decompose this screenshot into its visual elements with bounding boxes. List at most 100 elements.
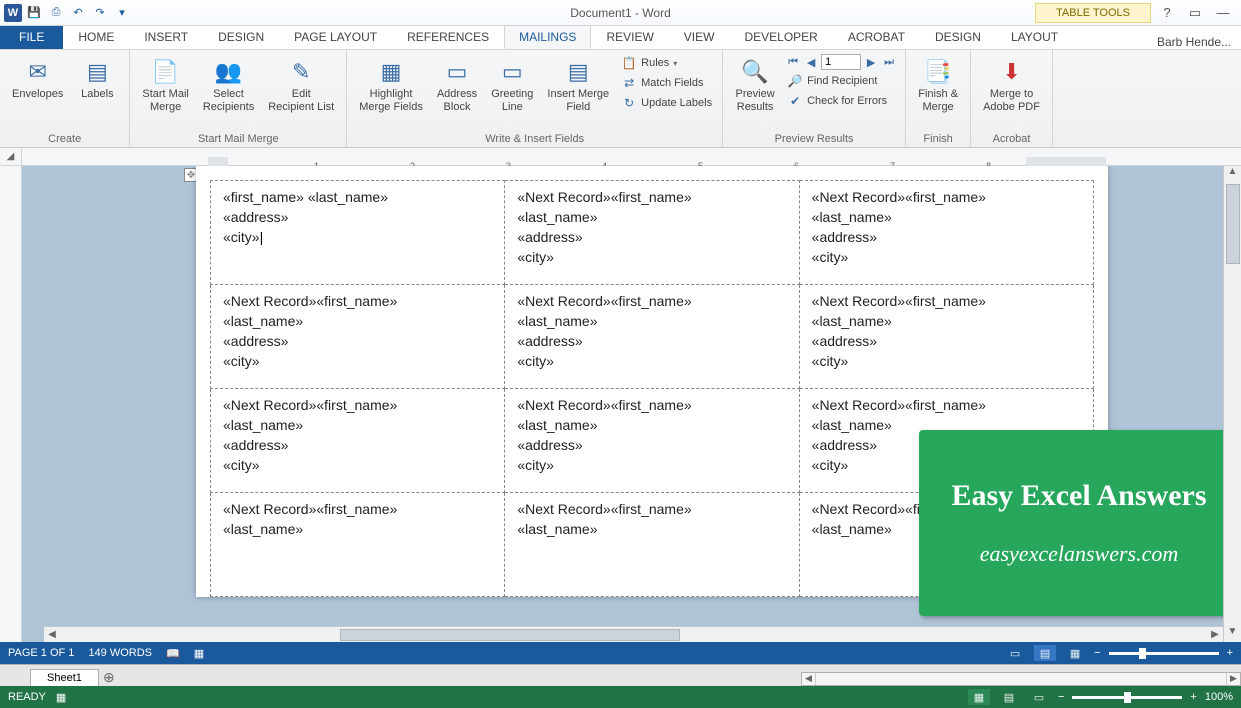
excel-zoom-slider[interactable] bbox=[1072, 696, 1182, 699]
hscroll-thumb[interactable] bbox=[340, 629, 680, 641]
excel-hscrollbar[interactable]: ◀ ▶ bbox=[801, 672, 1241, 686]
group-preview-results: 🔍 Preview Results ⏮ ◀ ▶ ⏭ 🔎Find Recipien… bbox=[723, 50, 906, 147]
tab-page-layout[interactable]: PAGE LAYOUT bbox=[279, 25, 392, 49]
label-cell[interactable]: «Next Record»«first_name» «last_name» «a… bbox=[799, 181, 1093, 285]
zoom-out-button[interactable]: − bbox=[1094, 647, 1100, 659]
redo-icon[interactable]: ↷ bbox=[90, 3, 110, 23]
tab-developer[interactable]: DEVELOPER bbox=[729, 25, 832, 49]
read-mode-icon[interactable]: ▭ bbox=[1004, 645, 1026, 661]
signed-in-user[interactable]: Barb Hende... bbox=[1157, 35, 1241, 49]
page-viewport[interactable]: ✥ «first_name» «last_name» «address» «ci… bbox=[22, 166, 1241, 642]
merge-field-line: «Next Record»«first_name» bbox=[812, 293, 1081, 309]
undo-icon[interactable]: ↶ bbox=[68, 3, 88, 23]
macro-icon[interactable]: ▦ bbox=[194, 647, 204, 660]
excel-scroll-right-icon[interactable]: ▶ bbox=[1226, 673, 1240, 685]
excel-zoom-level[interactable]: 100% bbox=[1205, 691, 1233, 703]
excel-status-bar: READY ▦ ▦ ▤ ▭ − + 100% bbox=[0, 686, 1241, 708]
watermark-title: Easy Excel Answers bbox=[952, 479, 1207, 513]
excel-page-break-icon[interactable]: ▭ bbox=[1028, 689, 1050, 705]
zoom-slider-knob[interactable] bbox=[1139, 648, 1146, 659]
print-icon[interactable]: ⎙ bbox=[46, 3, 66, 23]
last-record-icon[interactable]: ⏭ bbox=[881, 54, 897, 70]
tab-view[interactable]: VIEW bbox=[669, 25, 730, 49]
next-record-icon[interactable]: ▶ bbox=[863, 54, 879, 70]
scroll-right-icon[interactable]: ▶ bbox=[1207, 629, 1223, 640]
label-cell[interactable]: «Next Record»«first_name» «last_name» «a… bbox=[505, 285, 799, 389]
save-icon[interactable]: 💾 bbox=[24, 3, 44, 23]
match-fields-button[interactable]: ⇄Match Fields bbox=[619, 74, 714, 92]
highlight-merge-fields-button[interactable]: ▦ Highlight Merge Fields bbox=[355, 54, 427, 116]
labels-button[interactable]: ▤ Labels bbox=[73, 54, 121, 103]
word-count[interactable]: 149 WORDS bbox=[88, 647, 152, 659]
select-recipients-label: Select Recipients bbox=[203, 88, 254, 114]
address-block-button[interactable]: ▭ Address Block bbox=[433, 54, 481, 116]
envelopes-button[interactable]: ✉ Envelopes bbox=[8, 54, 67, 103]
label-cell[interactable]: «Next Record»«first_name» «last_name» bbox=[211, 493, 505, 597]
label-cell[interactable]: «Next Record»«first_name» «last_name» «a… bbox=[799, 285, 1093, 389]
finish-merge-button[interactable]: 📑 Finish & Merge bbox=[914, 54, 962, 116]
merge-field-line: «last_name» bbox=[517, 313, 786, 329]
find-recipient-button[interactable]: 🔎Find Recipient bbox=[785, 72, 897, 90]
scroll-up-icon[interactable]: ▲ bbox=[1228, 166, 1238, 182]
label-cell[interactable]: «Next Record»«first_name» «last_name» bbox=[505, 493, 799, 597]
new-sheet-icon[interactable]: ⊕ bbox=[99, 669, 119, 686]
tab-design[interactable]: DESIGN bbox=[203, 25, 279, 49]
vertical-scrollbar[interactable]: ▲ ▼ bbox=[1223, 166, 1241, 642]
vscroll-thumb[interactable] bbox=[1226, 184, 1240, 264]
tab-table-design[interactable]: DESIGN bbox=[920, 25, 996, 49]
page-indicator[interactable]: PAGE 1 OF 1 bbox=[8, 647, 74, 659]
qat-customize-icon[interactable]: ▾ bbox=[112, 3, 132, 23]
greeting-line-button[interactable]: ▭ Greeting Line bbox=[487, 54, 537, 116]
tab-home[interactable]: HOME bbox=[63, 25, 129, 49]
tab-table-layout[interactable]: LAYOUT bbox=[996, 25, 1073, 49]
help-icon[interactable]: ? bbox=[1155, 5, 1179, 20]
label-cell[interactable]: «Next Record»«first_name» «last_name» «a… bbox=[211, 389, 505, 493]
sheet-tab[interactable]: Sheet1 bbox=[30, 669, 99, 686]
zoom-slider[interactable] bbox=[1109, 652, 1219, 655]
record-number-input[interactable] bbox=[821, 54, 861, 70]
select-recipients-button[interactable]: 👥 Select Recipients bbox=[199, 54, 258, 116]
scroll-down-icon[interactable]: ▼ bbox=[1228, 626, 1238, 642]
merge-to-pdf-button[interactable]: ⬇ Merge to Adobe PDF bbox=[979, 54, 1044, 116]
excel-macro-icon[interactable]: ▦ bbox=[56, 691, 66, 704]
vertical-ruler[interactable] bbox=[0, 166, 22, 642]
preview-results-button[interactable]: 🔍 Preview Results bbox=[731, 54, 779, 116]
merge-field-line: «city» bbox=[517, 353, 786, 369]
excel-normal-view-icon[interactable]: ▦ bbox=[968, 689, 990, 705]
excel-page-layout-icon[interactable]: ▤ bbox=[998, 689, 1020, 705]
edit-recipient-list-label: Edit Recipient List bbox=[268, 88, 334, 114]
update-labels-button[interactable]: ↻Update Labels bbox=[619, 94, 714, 112]
check-errors-button[interactable]: ✔Check for Errors bbox=[785, 92, 897, 110]
label-cell[interactable]: «Next Record»«first_name» «last_name» «a… bbox=[211, 285, 505, 389]
first-record-icon[interactable]: ⏮ bbox=[785, 54, 801, 70]
spelling-icon[interactable]: 📖 bbox=[166, 647, 180, 660]
tab-insert[interactable]: INSERT bbox=[129, 25, 203, 49]
excel-zoom-in-button[interactable]: + bbox=[1190, 691, 1196, 703]
label-cell[interactable]: «Next Record»«first_name» «last_name» «a… bbox=[505, 181, 799, 285]
rules-button[interactable]: 📋Rules ▾ bbox=[619, 54, 714, 72]
excel-zoom-knob[interactable] bbox=[1124, 692, 1131, 703]
insert-merge-field-button[interactable]: ▤ Insert Merge Field bbox=[543, 54, 613, 116]
tab-file[interactable]: FILE bbox=[0, 25, 63, 49]
minimize-icon[interactable]: — bbox=[1211, 5, 1235, 20]
tab-references[interactable]: REFERENCES bbox=[392, 25, 504, 49]
ribbon-display-options-icon[interactable]: ▭ bbox=[1183, 5, 1207, 21]
scroll-left-icon[interactable]: ◀ bbox=[44, 629, 60, 640]
print-layout-icon[interactable]: ▤ bbox=[1034, 645, 1056, 661]
ruler-corner[interactable]: ◢ bbox=[0, 148, 22, 166]
excel-scroll-left-icon[interactable]: ◀ bbox=[802, 673, 816, 685]
prev-record-icon[interactable]: ◀ bbox=[803, 54, 819, 70]
zoom-in-button[interactable]: + bbox=[1227, 647, 1233, 659]
tab-review[interactable]: REVIEW bbox=[591, 25, 668, 49]
horizontal-scrollbar[interactable]: ◀ ▶ bbox=[44, 626, 1223, 642]
web-layout-icon[interactable]: ▦ bbox=[1064, 645, 1086, 661]
tab-acrobat[interactable]: ACROBAT bbox=[833, 25, 920, 49]
edit-recipient-list-button[interactable]: ✎ Edit Recipient List bbox=[264, 54, 338, 116]
start-mail-merge-button[interactable]: 📄 Start Mail Merge bbox=[138, 54, 192, 116]
tab-mailings[interactable]: MAILINGS bbox=[504, 25, 591, 49]
excel-zoom-out-button[interactable]: − bbox=[1058, 691, 1064, 703]
word-app-icon[interactable]: W bbox=[4, 4, 22, 22]
label-cell[interactable]: «first_name» «last_name» «address» «city… bbox=[211, 181, 505, 285]
finish-merge-icon: 📑 bbox=[922, 56, 954, 88]
label-cell[interactable]: «Next Record»«first_name» «last_name» «a… bbox=[505, 389, 799, 493]
